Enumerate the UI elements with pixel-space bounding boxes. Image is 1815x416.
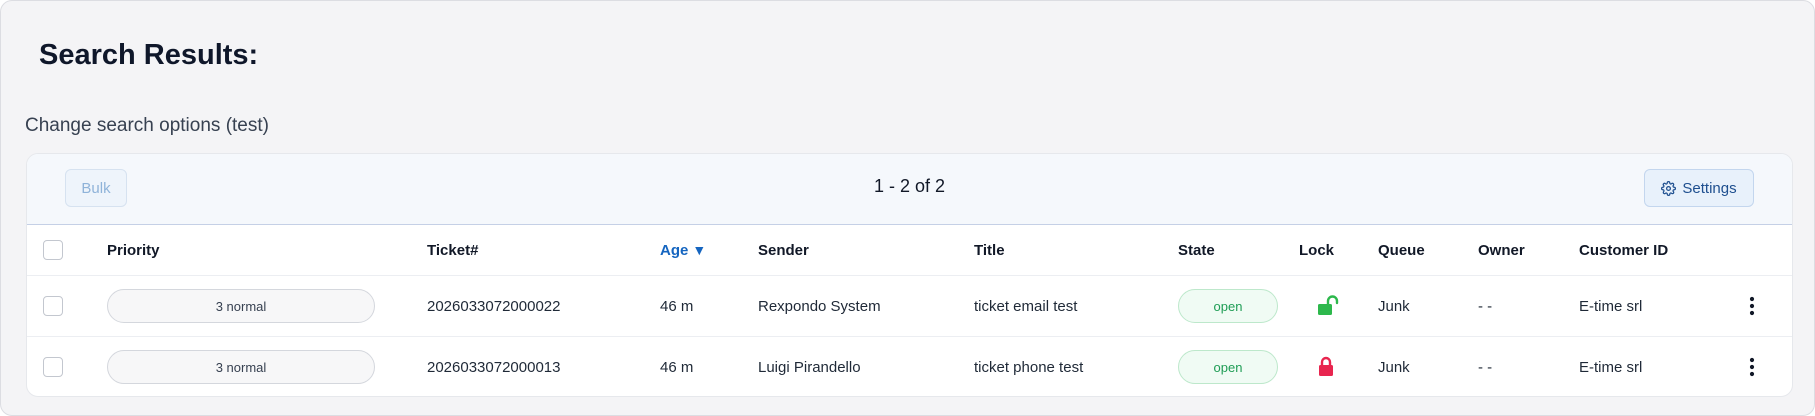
pagination-info: 1 - 2 of 2 xyxy=(873,176,946,196)
ticket-title[interactable]: ticket email test xyxy=(974,276,1077,336)
column-header-owner[interactable]: Owner xyxy=(1478,225,1525,275)
ticket-number[interactable]: 2026033072000022 xyxy=(427,276,560,336)
unlocked-icon xyxy=(1317,276,1341,336)
priority-cell: 3 normal xyxy=(107,276,375,336)
table-row[interactable]: 3 normal 2026033072000013 46 m Luigi Pir… xyxy=(27,337,1792,396)
locked-icon xyxy=(1317,337,1335,396)
ticket-customer-id: E-time srl xyxy=(1579,297,1643,315)
priority-cell: 3 normal xyxy=(107,337,375,396)
column-header-lock[interactable]: Lock xyxy=(1299,225,1334,275)
ticket-age: 46 m xyxy=(660,358,694,376)
select-all-checkbox[interactable] xyxy=(43,240,63,260)
row-actions-menu-icon[interactable] xyxy=(1749,276,1755,336)
gear-icon xyxy=(1661,180,1677,196)
ticket-customer-id: E-time srl xyxy=(1579,358,1643,376)
state-badge: open xyxy=(1178,289,1278,323)
ticket-owner: - - xyxy=(1478,297,1493,315)
state-cell: open xyxy=(1178,276,1278,336)
column-header-ticket[interactable]: Ticket# xyxy=(427,225,478,275)
row-select-cell xyxy=(43,276,63,336)
state-cell: open xyxy=(1178,337,1278,396)
settings-label: Settings xyxy=(1682,179,1737,197)
row-checkbox[interactable] xyxy=(43,357,63,377)
column-header-queue[interactable]: Queue xyxy=(1378,225,1425,275)
column-header-customer-id[interactable]: Customer ID xyxy=(1579,225,1668,275)
ticket-title[interactable]: ticket phone test xyxy=(974,337,1083,396)
column-header-state[interactable]: State xyxy=(1178,225,1215,275)
column-header-age[interactable]: Age ▼ xyxy=(660,225,706,275)
change-search-options-link[interactable]: Change search options (test) xyxy=(25,115,269,137)
results-table-card: Bulk 1 - 2 of 2 Settings Priority Ticket… xyxy=(26,153,1793,397)
priority-badge: 3 normal xyxy=(107,289,375,323)
row-actions-menu-icon[interactable] xyxy=(1749,337,1755,396)
ticket-queue: Junk xyxy=(1378,297,1410,315)
column-header-sender[interactable]: Sender xyxy=(758,225,809,275)
row-checkbox[interactable] xyxy=(43,296,63,316)
search-results-panel: Search Results: Change search options (t… xyxy=(0,0,1815,416)
ticket-queue: Junk xyxy=(1378,358,1410,376)
row-select-cell xyxy=(43,337,63,396)
column-header-age-label: Age xyxy=(660,241,689,259)
ticket-age: 46 m xyxy=(660,297,694,315)
priority-badge: 3 normal xyxy=(107,350,375,384)
select-all-cell xyxy=(43,225,63,275)
ticket-sender: Rexpondo System xyxy=(758,297,881,315)
column-header-priority[interactable]: Priority xyxy=(107,225,160,275)
table-toolbar: Bulk 1 - 2 of 2 Settings xyxy=(27,154,1792,225)
state-badge: open xyxy=(1178,350,1278,384)
column-header-title[interactable]: Title xyxy=(974,225,1005,275)
ticket-number[interactable]: 2026033072000013 xyxy=(427,337,560,396)
page-title: Search Results: xyxy=(39,39,259,71)
ticket-owner: - - xyxy=(1478,358,1493,376)
sort-descending-icon: ▼ xyxy=(692,242,707,258)
ticket-sender: Luigi Pirandello xyxy=(758,358,861,376)
table-row[interactable]: 3 normal 2026033072000022 46 m Rexpondo … xyxy=(27,276,1792,337)
table-header: Priority Ticket# Age ▼ Sender Title Stat… xyxy=(27,225,1792,276)
settings-button[interactable]: Settings xyxy=(1644,169,1754,207)
